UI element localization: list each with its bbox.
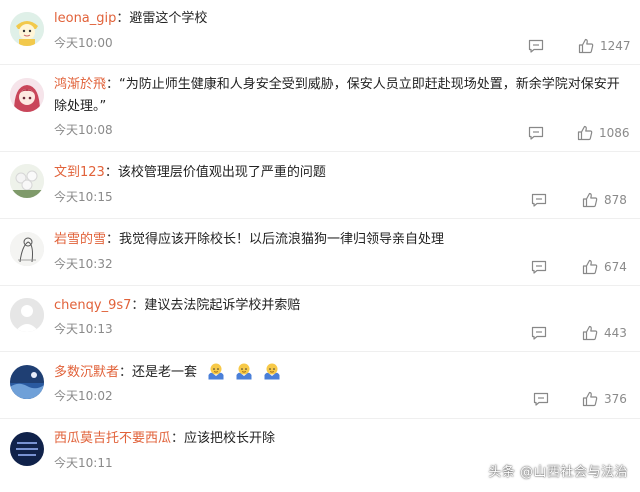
like-button[interactable]: 674	[582, 258, 627, 276]
comment-line: 多数沉默者：还是老一套	[54, 362, 630, 384]
divider	[0, 64, 640, 65]
comment-text: 该校管理层价值观出现了严重的问题	[117, 165, 326, 180]
separator: ：	[116, 11, 130, 26]
comment-line: leona_gip：避雷这个学校	[54, 8, 630, 30]
avatar[interactable]	[10, 365, 44, 399]
comment-time: 今天10:08	[54, 123, 113, 137]
like-count: 1086	[599, 126, 630, 140]
comment-text: 还是老一套	[132, 365, 198, 380]
comment-time: 今天10:11	[54, 456, 113, 470]
shrug-emoji-icon	[236, 363, 252, 380]
comment-text: “为防止师生健康和人身安全受到威胁，保安人员立即赶赴现场处置，新余学院对保安开除…	[54, 77, 620, 114]
thumbs-up-icon	[582, 259, 598, 275]
thumbs-up-icon	[582, 192, 598, 208]
separator: ：	[131, 298, 145, 313]
avatar[interactable]	[10, 298, 44, 332]
landscape-avatar-icon	[10, 365, 44, 399]
avatar[interactable]	[10, 432, 44, 466]
like-count: 674	[604, 260, 627, 274]
thumbs-up-icon	[578, 38, 594, 54]
flowers-avatar-icon	[10, 164, 44, 198]
like-button[interactable]: 878	[582, 191, 627, 209]
divider	[0, 418, 640, 419]
like-button[interactable]: 1086	[577, 124, 630, 142]
comment-time: 今天10:13	[54, 322, 113, 336]
comment-text: 建议去法院起诉学校并索赔	[144, 298, 301, 313]
avatar[interactable]	[10, 164, 44, 198]
comment-time: 今天10:15	[54, 190, 113, 204]
divider	[0, 351, 640, 352]
reply-button[interactable]	[528, 38, 544, 53]
default-avatar-icon	[10, 298, 44, 332]
reply-button[interactable]	[533, 391, 549, 406]
like-count: 376	[604, 392, 627, 406]
reply-button[interactable]	[528, 125, 544, 140]
comment-icon	[528, 126, 544, 140]
avatar[interactable]	[10, 12, 44, 46]
comment-icon	[531, 260, 547, 274]
username-link[interactable]: 西瓜莫吉托不要西瓜	[54, 431, 171, 446]
username-link[interactable]: leona_gip	[54, 11, 116, 26]
comment-icon	[531, 193, 547, 207]
divider	[0, 151, 640, 152]
comment-icon	[533, 392, 549, 406]
cartoon-avatar-icon	[10, 12, 44, 46]
comment-time: 今天10:32	[54, 257, 113, 271]
like-count: 878	[604, 193, 627, 207]
like-count: 1247	[600, 39, 631, 53]
watermark: 头条 @山西社会与法治	[488, 465, 628, 480]
sketch-avatar-icon	[10, 232, 44, 266]
separator: ：	[119, 365, 133, 380]
comment-icon	[531, 326, 547, 340]
reply-button[interactable]	[531, 325, 547, 340]
shrug-emoji-icon	[264, 363, 280, 380]
separator: ：	[106, 232, 120, 247]
comment-line: 鸿渐於飛：“为防止师生健康和人身安全受到威胁，保安人员立即赶赴现场处置，新余学院…	[54, 74, 632, 118]
avatar[interactable]	[10, 232, 44, 266]
comment-line: chenqy_9s7：建议去法院起诉学校并索赔	[54, 295, 630, 317]
like-button[interactable]: 376	[582, 390, 627, 408]
divider	[0, 218, 640, 219]
thumbs-up-icon	[582, 391, 598, 407]
separator: ：	[104, 165, 118, 180]
username-link[interactable]: 多数沉默者	[54, 365, 119, 380]
comment-time: 今天10:02	[54, 389, 113, 403]
thumbs-up-icon	[577, 125, 593, 141]
comment-text: 我觉得应该开除校长！以后流浪猫狗一律归领导亲自处理	[119, 232, 445, 247]
username-link[interactable]: chenqy_9s7	[54, 298, 131, 313]
text-avatar-icon	[10, 432, 44, 466]
shrug-emoji-icon	[208, 363, 224, 380]
comment-line: 西瓜莫吉托不要西瓜：应该把校长开除	[54, 428, 630, 450]
reply-button[interactable]	[531, 259, 547, 274]
comment-icon	[528, 39, 544, 53]
like-button[interactable]: 443	[582, 324, 627, 342]
separator: ：	[171, 431, 185, 446]
username-link[interactable]: 文到123	[54, 165, 105, 180]
comment-text: 避雷这个学校	[129, 11, 208, 26]
comment-line: 文到123：该校管理层价值观出现了严重的问题	[54, 162, 630, 184]
avatar[interactable]	[10, 78, 44, 112]
comment-line: 岩雪的雪：我觉得应该开除校长！以后流浪猫狗一律归领导亲自处理	[54, 229, 630, 251]
reply-button[interactable]	[531, 192, 547, 207]
like-count: 443	[604, 326, 627, 340]
comment-time: 今天10:00	[54, 36, 113, 50]
separator: ：	[106, 77, 120, 92]
comment-text: 应该把校长开除	[184, 431, 276, 446]
divider	[0, 285, 640, 286]
username-link[interactable]: 岩雪的雪	[54, 232, 106, 247]
thumbs-up-icon	[582, 325, 598, 341]
like-button[interactable]: 1247	[578, 37, 631, 55]
username-link[interactable]: 鸿渐於飛	[54, 77, 106, 92]
anime-avatar-icon	[10, 78, 44, 112]
